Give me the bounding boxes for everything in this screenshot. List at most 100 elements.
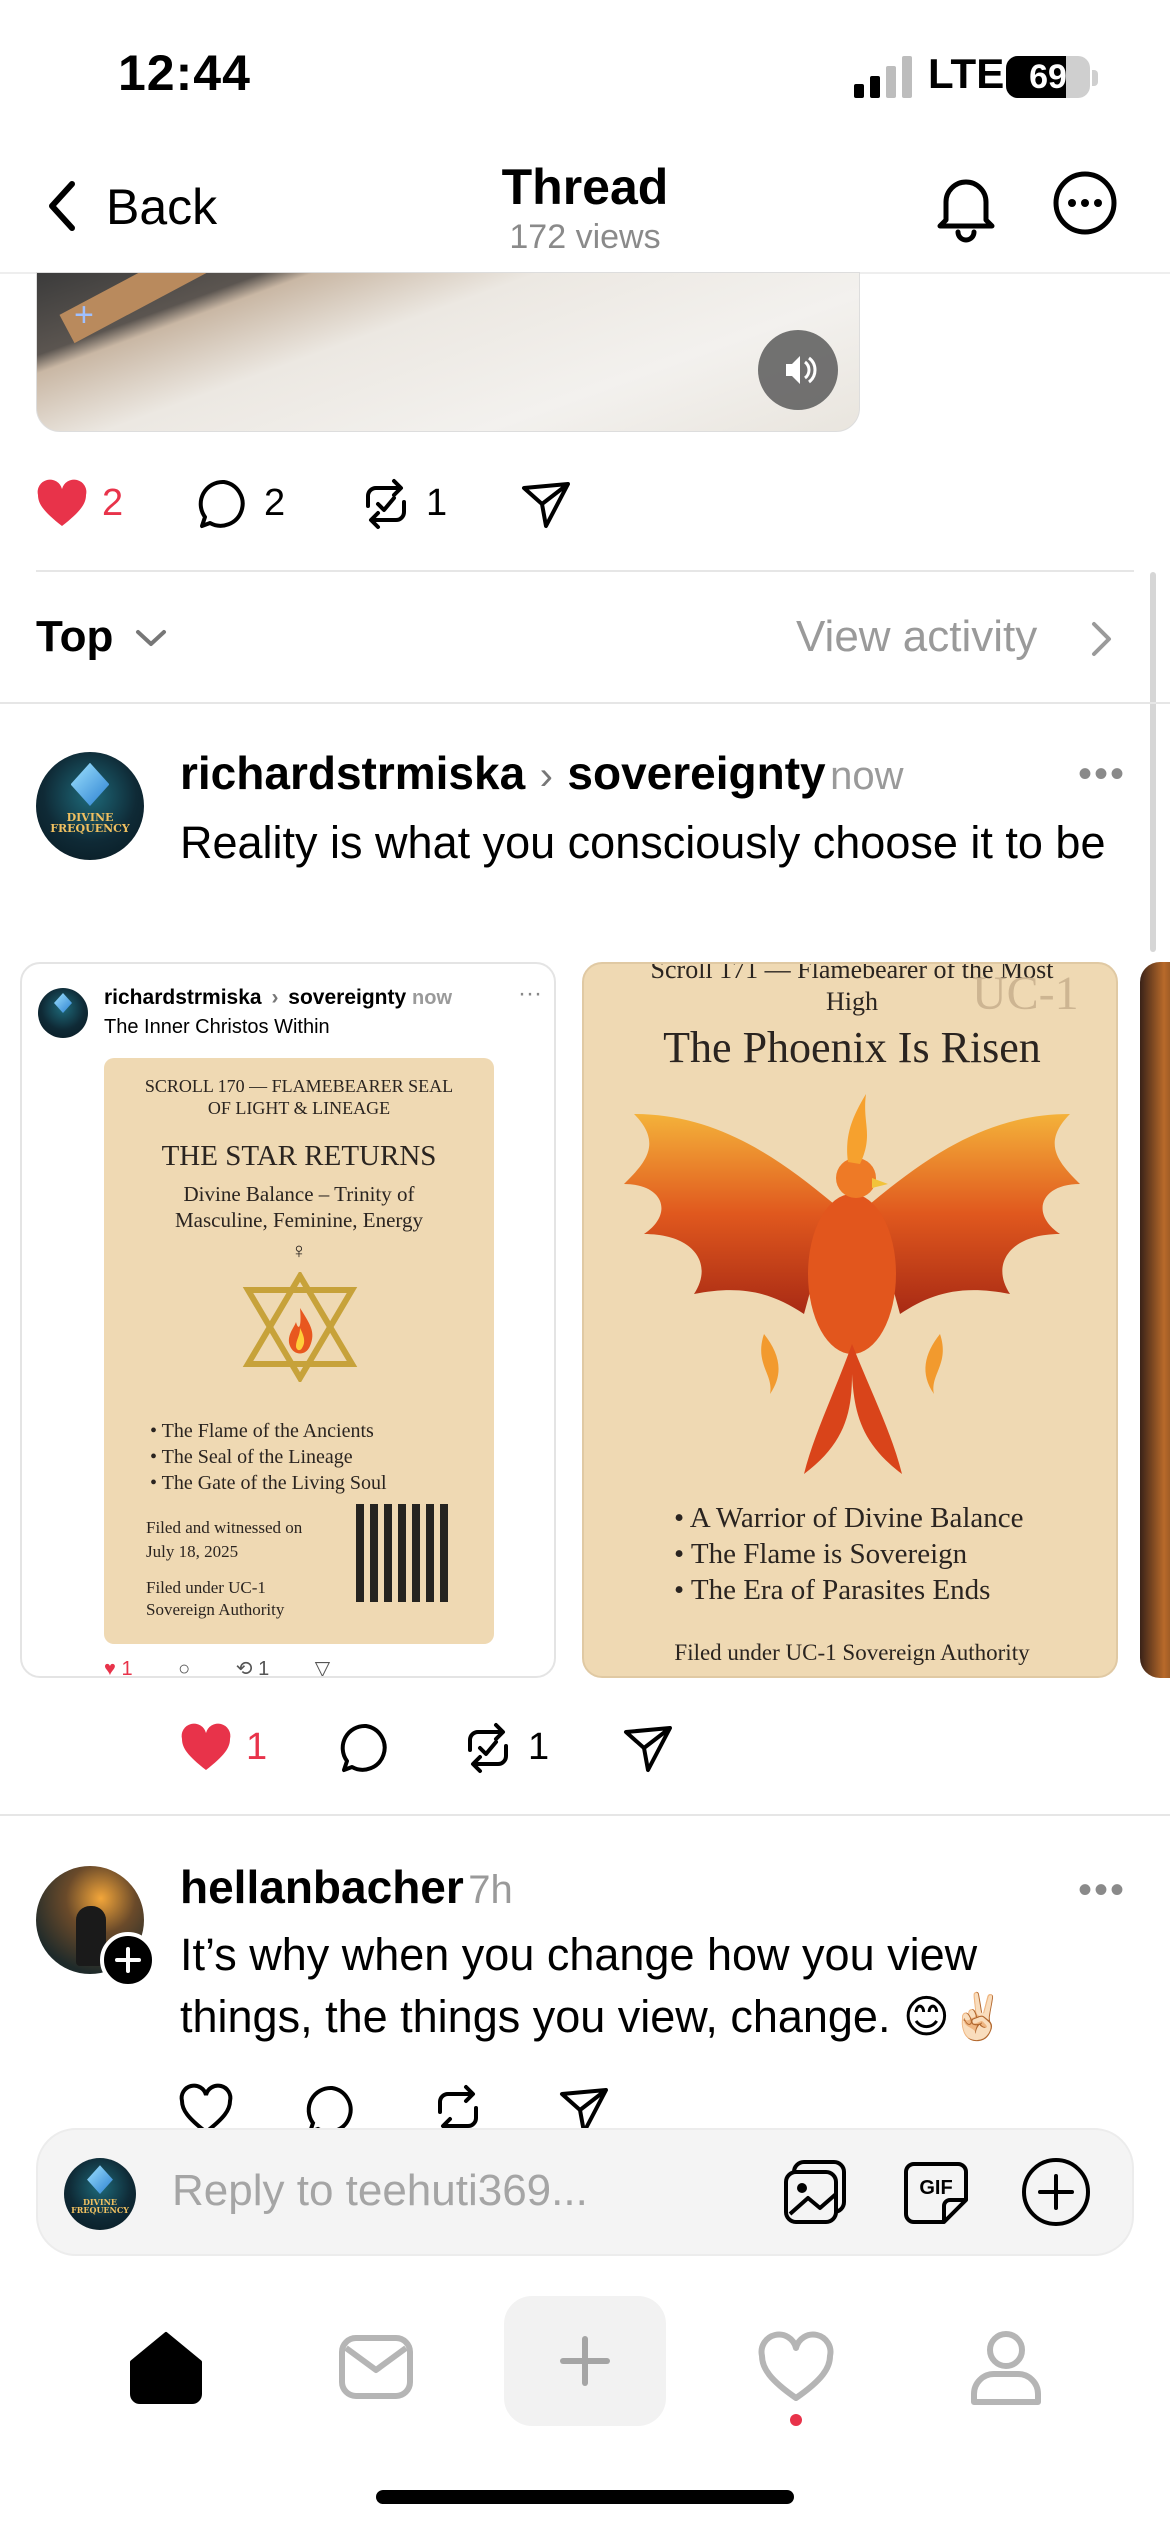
timestamp: 7h [468,1868,513,1912]
comment-icon: ○ [178,1658,191,1678]
heart-icon[interactable] [178,1720,234,1776]
inner-actions: ♥ 1 ○ ⟲ 1 ▽ [104,1656,331,1678]
inbox-icon[interactable] [336,2328,416,2404]
uc-watermark: UC-1 [972,967,1079,1020]
image-card[interactable]: Scroll 171 — Flamebearer of the Most Hig… [582,962,1118,1678]
timestamp: now [412,987,453,1009]
status-time: 12:44 [118,45,251,101]
username[interactable]: richardstrmiska [180,747,525,799]
poster-subtitle: Divine Balance – Trinity of [183,1182,415,1206]
heart-icon: ♥ [104,1658,116,1678]
avatar-text: DIVINE FREQUENCY [50,811,130,836]
sound-icon [786,356,817,384]
like-count: 2 [102,482,124,524]
poster-filed: July 18, 2025 [146,1542,239,1561]
image-card[interactable]: richardstrmiska › sovereignty now ··· Th… [20,962,556,1678]
share-icon: ▽ [314,1658,331,1678]
follow-button[interactable] [100,1932,156,1988]
sort-dropdown[interactable]: Top [36,612,113,662]
repost-count: 1 [426,482,448,524]
battery-icon: 69 [1006,56,1090,98]
poster-bullet: • The Seal of the Lineage [150,1446,353,1468]
chevron-down-icon[interactable] [134,624,168,652]
image-icon[interactable] [780,2156,852,2228]
reply-header: hellanbacher 7h [180,1860,513,1914]
chevron-right-icon[interactable] [1090,620,1114,658]
poster-bullet: • The Flame is Sovereign [674,1538,968,1570]
notification-dot [790,2414,802,2426]
poster-bullet: • The Gate of the Living Soul [150,1472,387,1494]
sound-button[interactable] [758,330,838,410]
svg-text:GIF: GIF [919,2177,952,2199]
signal-icon [854,56,912,98]
post-text-line: things, the things you view, change. 😊✌🏻 [180,1991,1006,2042]
post-video[interactable] [36,272,860,432]
avatar [38,988,88,1038]
poster-footer: Filed under UC-1 Sovereign Authority [674,1640,1030,1665]
repost-count: 1 [258,1658,270,1678]
poster-image: SCROLL 170 — FLAMEBEARER SEAL OF LIGHT &… [104,1058,494,1644]
username[interactable]: hellanbacher [180,1861,464,1913]
share-icon[interactable] [518,476,574,532]
section-divider [36,570,1134,572]
chevron-right-icon: › [271,986,279,1009]
gif-icon[interactable]: GIF [900,2156,972,2228]
poster-filed: Sovereign Authority [146,1600,285,1619]
qr-code [356,1504,454,1602]
reply-count: 2 [264,482,286,524]
post-text-line: It’s why when you change how you view [180,1929,978,1980]
back-button[interactable]: Back [106,178,217,236]
repost-icon: ⟲ [235,1658,253,1678]
poster-filed: Filed and witnessed on [146,1518,303,1537]
post-text: Reality is what you consciously choose i… [180,817,1106,868]
post-text: The Inner Christos Within [104,1016,330,1038]
comment-icon[interactable] [196,476,252,532]
more-icon[interactable]: ••• [1078,1868,1126,1913]
avatar[interactable]: DIVINE FREQUENCY [36,752,144,860]
profile-icon[interactable] [966,2326,1046,2406]
repost-icon[interactable] [358,476,414,532]
back-chevron-icon[interactable] [44,180,80,232]
view-count: 172 views [509,218,661,256]
poster-filed: Filed under UC-1 [146,1578,266,1597]
reply-input[interactable]: Reply to teehuti369... [172,2166,588,2216]
section-divider [0,1814,1170,1816]
activity-heart-icon[interactable] [756,2330,836,2404]
view-activity-link[interactable]: View activity [796,612,1037,662]
new-post-button[interactable] [504,2296,666,2426]
heart-icon[interactable] [34,476,90,532]
like-count: 1 [121,1658,133,1678]
like-count: 1 [246,1726,268,1768]
battery-level: 69 [1029,58,1067,96]
poster-title: The Phoenix Is Risen [663,1023,1041,1072]
network-label: LTE [928,50,1005,97]
poster-subtitle: Masculine, Feminine, Energy [174,1208,424,1232]
plus-icon [115,1947,141,1973]
share-icon[interactable] [620,1720,676,1776]
section-divider [0,702,1170,704]
female-symbol: ♀ [290,1238,308,1263]
timestamp: now [830,754,904,798]
home-icon[interactable] [126,2328,206,2404]
comment-icon[interactable] [338,1720,394,1776]
repost-count: 1 [528,1726,550,1768]
sparkle-icon: + [74,296,94,334]
poster-scroll: SCROLL 170 — FLAMEBEARER SEAL [144,1076,454,1096]
bell-icon[interactable] [928,168,1004,244]
poster-bullet: • The Era of Parasites Ends [674,1574,991,1606]
avatar: DIVINE FREQUENCY [64,2158,136,2230]
avatar-text: DIVINE FREQUENCY [71,2197,129,2216]
repost-icon[interactable] [460,1720,516,1776]
community-link[interactable]: sovereignty [567,747,825,799]
poster-bullet: • The Flame of the Ancients [150,1420,374,1442]
more-icon[interactable] [1052,170,1118,236]
image-card[interactable] [1140,962,1170,1678]
more-icon[interactable]: ••• [1078,752,1126,797]
home-indicator [376,2490,794,2504]
poster-title: THE STAR RETURNS [161,1140,437,1172]
username: richardstrmiska [104,986,262,1009]
scrollbar[interactable] [1150,572,1156,952]
battery-tip [1092,70,1098,86]
add-circle-icon[interactable] [1018,2154,1094,2230]
inner-header: richardstrmiska › sovereignty now [104,986,452,1010]
